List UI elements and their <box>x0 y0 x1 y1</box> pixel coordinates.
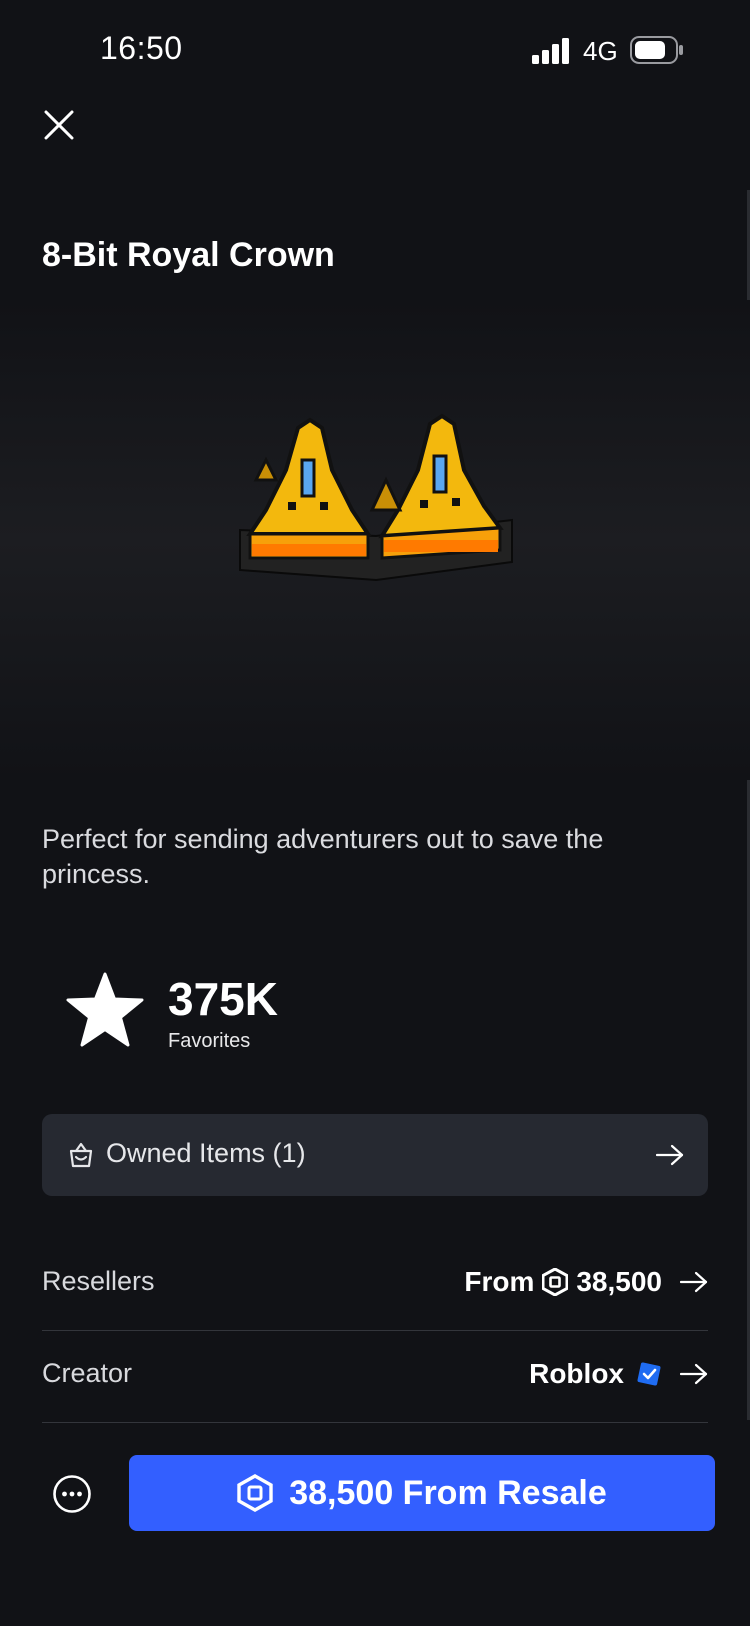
signal-icon <box>532 38 569 64</box>
arrow-right-icon <box>656 1144 684 1166</box>
owned-items-button[interactable]: Owned Items (1) <box>42 1114 708 1196</box>
favorites-label: Favorites <box>168 1030 251 1052</box>
robux-icon <box>542 1268 569 1296</box>
arrow-right-icon <box>680 1363 708 1385</box>
status-time: 16:50 <box>100 30 183 66</box>
status-bar: 16:50 4G <box>0 0 750 100</box>
divider <box>42 1422 708 1423</box>
shopping-bag-icon <box>69 1142 93 1168</box>
star-icon[interactable] <box>66 972 144 1048</box>
creator-label: Creator <box>42 1358 133 1388</box>
verified-badge-icon <box>637 1362 661 1386</box>
favorites-count: 375K <box>168 973 278 1025</box>
resellers-row[interactable]: Resellers From 38,500 <box>42 1238 708 1330</box>
arrow-right-icon <box>680 1271 708 1293</box>
resellers-amount: 38,500 <box>576 1266 662 1297</box>
creator-row[interactable]: Creator Roblox <box>42 1330 708 1422</box>
network-type: 4G <box>583 36 618 66</box>
resellers-label: Resellers <box>42 1266 155 1296</box>
item-title: 8-Bit Royal Crown <box>42 236 335 274</box>
close-icon[interactable] <box>40 106 78 144</box>
resellers-price: From 38,500 <box>464 1264 708 1300</box>
more-icon[interactable] <box>52 1474 92 1514</box>
item-description: Perfect for sending adventurers out to s… <box>42 824 604 889</box>
crown-item-image <box>239 413 513 582</box>
robux-icon <box>237 1474 273 1512</box>
owned-items-label: Owned Items (1) <box>106 1138 306 1168</box>
creator-info: Roblox <box>529 1356 708 1392</box>
resellers-prefix: From <box>464 1266 535 1297</box>
buy-from-resale-button[interactable]: 38,500 From Resale <box>129 1455 715 1531</box>
creator-name: Roblox <box>529 1358 624 1389</box>
battery-icon <box>630 36 683 64</box>
buy-button-label: 38,500 From Resale <box>289 1473 607 1512</box>
